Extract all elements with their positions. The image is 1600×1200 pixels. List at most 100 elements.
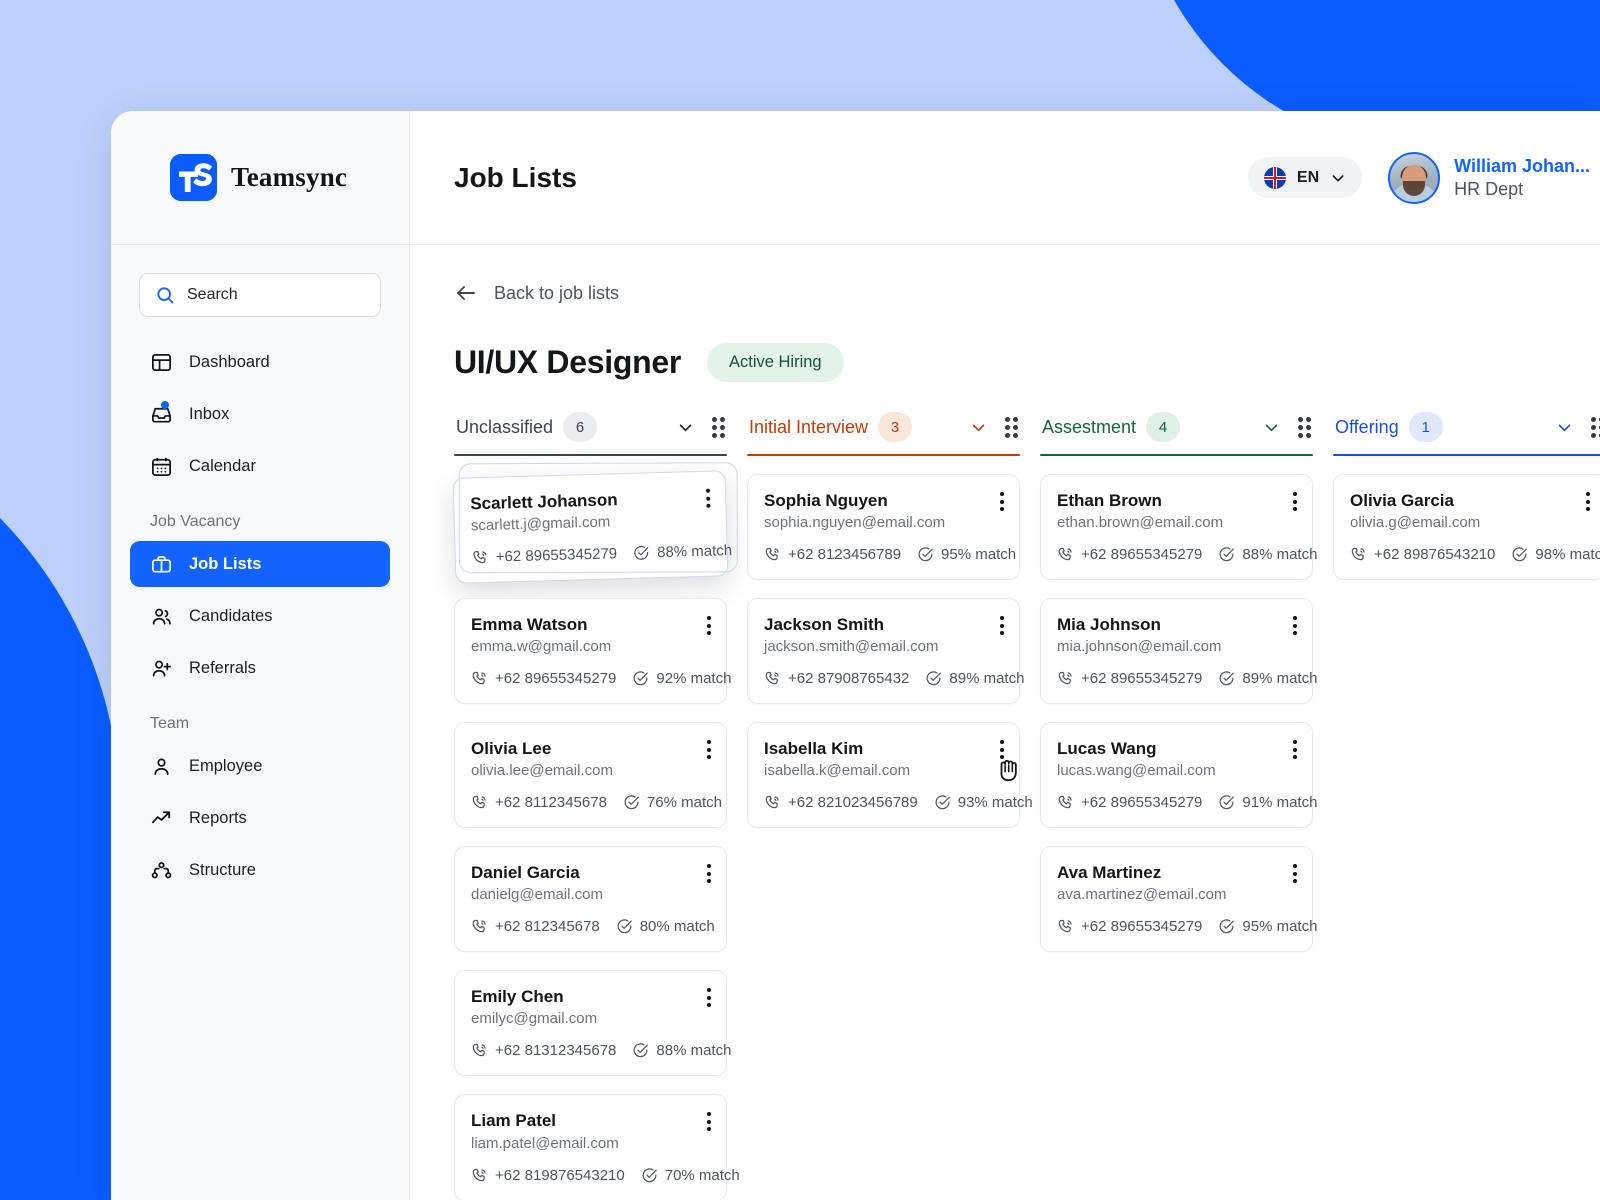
teamsync-ts-logo-icon <box>170 154 217 201</box>
candidate-name: Emily Chen <box>471 987 564 1007</box>
candidate-meta: +62 89655345279 92% match <box>471 670 731 687</box>
card-kebab-menu-icon[interactable] <box>704 737 714 762</box>
candidate-card[interactable]: Olivia Garcia olivia.g@email.com +62 8987… <box>1333 474 1600 581</box>
card-kebab-menu-icon[interactable] <box>997 737 1007 762</box>
card-kebab-menu-icon[interactable] <box>1290 737 1300 762</box>
candidate-card[interactable]: Scarlett Johanson scarlett.j@gmail.com +6… <box>452 462 738 584</box>
card-kebab-menu-icon[interactable] <box>997 613 1007 638</box>
screen-root: Teamsync Search Dashboard Inbox Calendar… <box>0 0 1600 1200</box>
card-kebab-menu-icon[interactable] <box>997 489 1007 514</box>
column-collapse-chevron-down-icon[interactable] <box>1263 419 1280 436</box>
candidate-card[interactable]: Ethan Brown ethan.brown@email.com +62 896… <box>1040 474 1317 581</box>
user-plus-icon <box>150 657 173 680</box>
sidebar-item-label: Job Lists <box>189 554 262 573</box>
phone-call-icon <box>471 1042 488 1059</box>
candidate-email: sophia.nguyen@email.com <box>764 514 946 532</box>
phone-call-icon <box>764 670 781 687</box>
kanban-column: Initial Interview 3 Sophia Nguyen sophia.ng… <box>747 412 1033 1200</box>
column-drag-handle-icon[interactable] <box>1005 416 1018 438</box>
sidebar-item-inbox[interactable]: Inbox <box>130 391 390 437</box>
sidebar-item-job-lists[interactable]: Job Lists <box>130 541 390 587</box>
candidate-name: Mia Johnson <box>1057 615 1161 635</box>
column-card-list: Ethan Brown ethan.brown@email.com +62 896… <box>1040 456 1317 953</box>
column-drag-handle-icon[interactable] <box>1298 416 1311 438</box>
candidate-name: Olivia Lee <box>471 739 552 759</box>
candidate-email: olivia.g@email.com <box>1350 514 1481 532</box>
column-collapse-chevron-down-icon[interactable] <box>970 419 987 436</box>
briefcase-icon <box>150 553 173 576</box>
candidate-email: ethan.brown@email.com <box>1057 514 1224 532</box>
candidate-card[interactable]: Isabella Kim isabella.k@email.com +62 821… <box>747 722 1033 829</box>
candidate-card[interactable]: Daniel Garcia danielg@email.com +62 81234… <box>454 846 727 953</box>
column-count-badge: 3 <box>878 412 913 442</box>
candidate-card[interactable]: Emily Chen emilyc@gmail.com +62 813123456… <box>454 970 731 1077</box>
content-area: Back to job lists UI/UX Designer Active … <box>410 245 1600 1200</box>
user-name: William Johan... <box>1454 156 1590 176</box>
column-collapse-chevron-down-icon[interactable] <box>1556 419 1573 436</box>
sidebar-item-referrals[interactable]: Referrals <box>130 645 390 691</box>
candidate-phone: +62 821023456789 <box>764 794 918 811</box>
sidebar-item-reports[interactable]: Reports <box>130 795 390 841</box>
candidate-card[interactable]: Mia Johnson mia.johnson@email.com +62 896… <box>1040 598 1317 705</box>
candidate-phone: +62 89655345279 <box>1057 670 1202 687</box>
phone-call-icon <box>471 794 488 811</box>
search-container <box>111 245 409 317</box>
candidate-match: 88% match <box>632 1042 731 1059</box>
user-icon <box>150 755 173 778</box>
card-kebab-menu-icon[interactable] <box>1583 489 1593 514</box>
uk-flag-icon <box>1263 166 1286 189</box>
column-header: Unclassified 6 <box>454 412 727 454</box>
sidebar-item-dashboard[interactable]: Dashboard <box>130 339 390 385</box>
sidebar-item-calendar[interactable]: Calendar <box>130 443 390 489</box>
sidebar-item-label: Candidates <box>189 606 273 625</box>
candidate-email: emma.w@gmail.com <box>471 638 612 656</box>
phone-call-icon <box>472 549 489 566</box>
phone-call-icon <box>764 794 781 811</box>
card-kebab-menu-icon[interactable] <box>1290 613 1300 638</box>
candidate-card[interactable]: Jackson Smith jackson.smith@email.com +62… <box>747 598 1024 705</box>
card-kebab-menu-icon[interactable] <box>704 861 714 886</box>
candidate-match: 76% match <box>623 794 722 811</box>
kanban-column: Assestment 4 Ethan Brown ethan.brown@email.… <box>1040 412 1317 1200</box>
card-kebab-menu-icon[interactable] <box>704 985 714 1010</box>
candidate-email: lucas.wang@email.com <box>1057 762 1216 780</box>
language-selector[interactable]: EN <box>1247 157 1363 198</box>
sidebar-item-label: Dashboard <box>189 352 270 371</box>
candidate-card[interactable]: Olivia Lee olivia.lee@email.com +62 81123… <box>454 722 727 829</box>
column-drag-handle-icon[interactable] <box>1591 416 1600 438</box>
candidate-card[interactable]: Ava Martinez ava.martinez@email.com +62 8… <box>1040 846 1317 953</box>
candidate-name: Sophia Nguyen <box>764 491 888 510</box>
sidebar-item-structure[interactable]: Structure <box>130 847 390 893</box>
search-box[interactable] <box>139 273 381 317</box>
candidate-name: Olivia Garcia <box>1350 491 1454 510</box>
card-kebab-menu-icon[interactable] <box>1290 489 1300 514</box>
candidate-email: isabella.k@email.com <box>764 762 911 780</box>
card-kebab-menu-icon[interactable] <box>704 1109 714 1134</box>
back-to-job-lists-link[interactable]: Back to job lists <box>454 281 619 305</box>
candidate-match: 89% match <box>925 670 1024 687</box>
user-menu[interactable]: William Johan... HR Dept <box>1388 151 1590 204</box>
check-circle-icon <box>632 1042 649 1059</box>
column-collapse-chevron-down-icon[interactable] <box>677 419 694 436</box>
candidate-match: 88% match <box>633 542 732 562</box>
candidate-phone: +62 89876543210 <box>1350 546 1495 563</box>
search-input[interactable] <box>187 286 365 304</box>
candidate-card[interactable]: Emma Watson emma.w@gmail.com +62 89655345… <box>454 598 731 705</box>
candidate-card[interactable]: Sophia Nguyen sophia.nguyen@email.com +62… <box>747 474 1020 581</box>
sidebar-item-employee[interactable]: Employee <box>130 743 390 789</box>
candidate-phone: +62 819876543210 <box>471 1167 625 1184</box>
card-kebab-menu-icon[interactable] <box>704 613 714 638</box>
candidate-card[interactable]: Lucas Wang lucas.wang@email.com +62 89655… <box>1040 722 1317 829</box>
card-kebab-menu-icon[interactable] <box>703 486 714 511</box>
sidebar-item-label: Structure <box>189 860 256 879</box>
sidebar-item-candidates[interactable]: Candidates <box>130 593 390 639</box>
candidate-card[interactable]: Liam Patel liam.patel@email.com +62 81987… <box>454 1094 740 1200</box>
column-drag-handle-icon[interactable] <box>712 416 725 438</box>
check-circle-icon <box>1218 794 1235 811</box>
candidate-name: Lucas Wang <box>1057 739 1157 759</box>
candidate-name: Ethan Brown <box>1057 491 1162 510</box>
candidate-name: Isabella Kim <box>764 739 864 759</box>
status-badge: Active Hiring <box>706 343 844 382</box>
candidate-meta: +62 89876543210 98% match <box>1350 546 1600 563</box>
card-kebab-menu-icon[interactable] <box>1290 861 1300 886</box>
